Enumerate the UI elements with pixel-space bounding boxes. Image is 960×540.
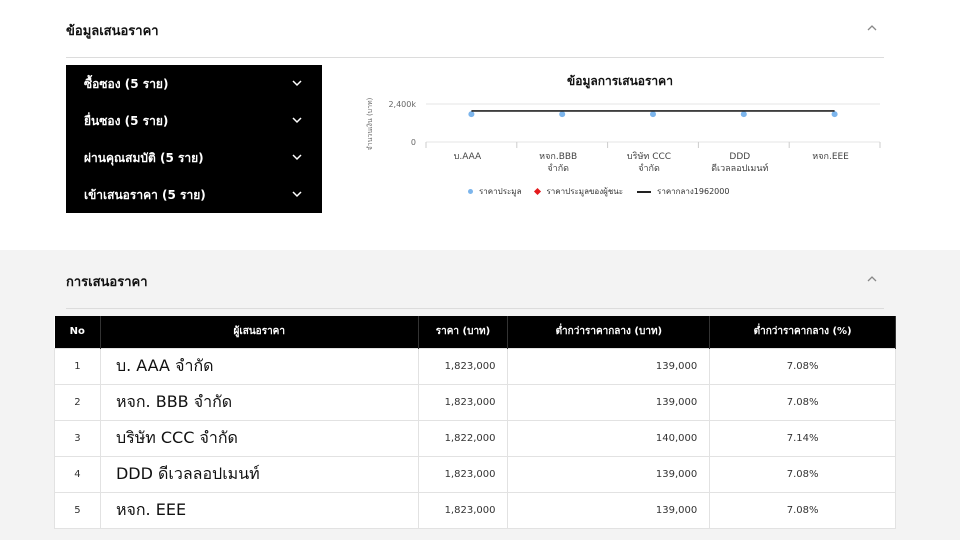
x-tick-label: บริษัท CCC: [627, 151, 671, 162]
cell-below-baht: 139,000: [507, 491, 711, 529]
bid-price-point: [831, 111, 838, 118]
x-tick-label: บ.AAA: [454, 152, 482, 162]
accordion-item-label: ยื่นซอง (5 ราย): [84, 114, 169, 128]
cell-no: 5: [54, 491, 101, 529]
table-header-row: No ผู้เสนอราคา ราคา (บาท) ต่ำกว่าราคากลา…: [54, 316, 896, 348]
table-row: 4 DDD ดีเวลลอปเมนท์ 1,823,000 139,000 7.…: [54, 455, 896, 493]
bidding-header[interactable]: การเสนอราคา: [66, 271, 884, 307]
bid-chart: ข้อมูลการเสนอราคา 0 2,400k จำนวนเงิน (บาท)…: [350, 66, 890, 216]
accordion-item-submit-envelope[interactable]: ยื่นซอง (5 ราย): [66, 102, 322, 139]
chevron-down-icon: [292, 117, 302, 124]
bidder-stage-accordion: ซื้อซอง (5 ราย) ยื่นซอง (5 ราย) ผ่านคุณส…: [66, 65, 322, 213]
bidding-title: การเสนอราคา: [66, 275, 148, 290]
column-header-no: No: [54, 316, 101, 348]
cell-below-pct: 7.08%: [709, 491, 896, 529]
cell-bidder: DDD ดีเวลลอปเมนท์: [99, 455, 419, 493]
legend-marker: [637, 190, 652, 193]
table-row: 2 หจก. BBB จำกัด 1,823,000 139,000 7.08%: [54, 383, 896, 421]
cell-no: 2: [54, 383, 101, 421]
cell-below-pct: 7.08%: [709, 455, 896, 493]
bid-info-title: ข้อมูลเสนอราคา: [66, 24, 159, 39]
y-tick-label: 2,400k: [388, 100, 416, 109]
legend-label: ราคากลาง1962000: [657, 187, 730, 196]
accordion-item-label: เข้าเสนอราคา (5 ราย): [84, 188, 206, 202]
divider: [66, 57, 884, 58]
cell-below-baht: 139,000: [507, 347, 711, 385]
table-row: 5 หจก. EEE 1,823,000 139,000 7.08%: [54, 491, 896, 529]
cell-below-baht: 139,000: [507, 383, 711, 421]
chevron-down-icon: [292, 80, 302, 87]
x-tick-label: ดีเวลลอปเมนท์: [711, 162, 768, 174]
accordion-item-label: ซื้อซอง (5 ราย): [84, 77, 169, 91]
cell-below-pct: 7.14%: [709, 419, 896, 457]
cell-bidder: หจก. EEE: [99, 491, 419, 529]
legend-marker: [468, 189, 473, 194]
x-tick-label: จำกัด: [638, 163, 660, 174]
legend-item[interactable]: ราคาประมูล: [468, 185, 521, 198]
cell-price: 1,822,000: [417, 419, 509, 457]
y-tick-label: 0: [411, 138, 416, 147]
cell-price: 1,823,000: [417, 347, 509, 385]
bid-info-section: ข้อมูลเสนอราคา ซื้อซอง (5 ราย) ยื่นซอง (…: [0, 0, 960, 250]
chart-legend: ราคาประมูล ราคาประมูลของผู้ชนะ ราคากลาง196…: [468, 185, 743, 198]
cell-bidder: บ. AAA จำกัด: [99, 347, 419, 385]
cell-below-pct: 7.08%: [709, 383, 896, 421]
accordion-item-label: ผ่านคุณสมบัติ (5 ราย): [84, 151, 204, 165]
column-header-below-baht: ต่ำกว่าราคากลาง (บาท): [507, 316, 711, 348]
column-header-price: ราคา (บาท): [418, 316, 509, 348]
x-tick-label: จำกัด: [547, 163, 569, 174]
bid-price-point: [559, 111, 566, 118]
legend-label: ราคาประมูลของผู้ชนะ: [546, 187, 624, 196]
table-row: 3 บริษัท CCC จำกัด 1,822,000 140,000 7.1…: [54, 419, 896, 457]
chevron-up-icon[interactable]: [866, 273, 878, 285]
x-tick-label: หจก.BBB: [539, 152, 577, 162]
cell-bidder: หจก. BBB จำกัด: [99, 383, 419, 421]
bid-price-point: [650, 111, 656, 118]
table-row: 1 บ. AAA จำกัด 1,823,000 139,000 7.08%: [54, 347, 896, 385]
column-header-below-pct: ต่ำกว่าราคากลาง (%): [709, 316, 896, 348]
x-tick-label: หจก.EEE: [812, 152, 849, 162]
cell-below-baht: 140,000: [507, 419, 711, 457]
column-header-bidder: ผู้เสนอราคา: [100, 316, 419, 348]
cell-no: 4: [54, 455, 101, 493]
chevron-down-icon: [292, 154, 302, 161]
chevron-down-icon: [292, 191, 302, 198]
legend-item[interactable]: ราคากลาง1962000: [637, 185, 729, 198]
bid-price-point: [468, 111, 475, 118]
cell-price: 1,823,000: [417, 383, 509, 421]
cell-no: 1: [54, 347, 101, 385]
x-tick-label: DDD: [729, 152, 750, 162]
y-axis-label: จำนวนเงิน (บาท): [366, 97, 374, 150]
legend-marker: [534, 187, 542, 196]
accordion-item-buy-envelope[interactable]: ซื้อซอง (5 ราย): [66, 65, 322, 102]
legend-label: ราคาประมูล: [479, 187, 522, 196]
cell-price: 1,823,000: [417, 455, 509, 493]
chevron-up-icon[interactable]: [866, 22, 878, 34]
cell-below-baht: 139,000: [507, 455, 711, 493]
bid-price-point: [740, 111, 747, 118]
cell-below-pct: 7.08%: [709, 347, 896, 385]
legend-item[interactable]: ราคาประมูลของผู้ชนะ: [534, 185, 624, 198]
accordion-item-bidding[interactable]: เข้าเสนอราคา (5 ราย): [66, 176, 322, 213]
cell-no: 3: [54, 419, 101, 457]
divider: [66, 308, 884, 309]
bid-info-header[interactable]: ข้อมูลเสนอราคา: [66, 20, 884, 56]
cell-bidder: บริษัท CCC จำกัด: [99, 419, 419, 457]
accordion-item-qualified[interactable]: ผ่านคุณสมบัติ (5 ราย): [66, 139, 322, 176]
cell-price: 1,823,000: [417, 491, 509, 529]
bid-table: No ผู้เสนอราคา ราคา (บาท) ต่ำกว่าราคากลา…: [54, 316, 896, 529]
